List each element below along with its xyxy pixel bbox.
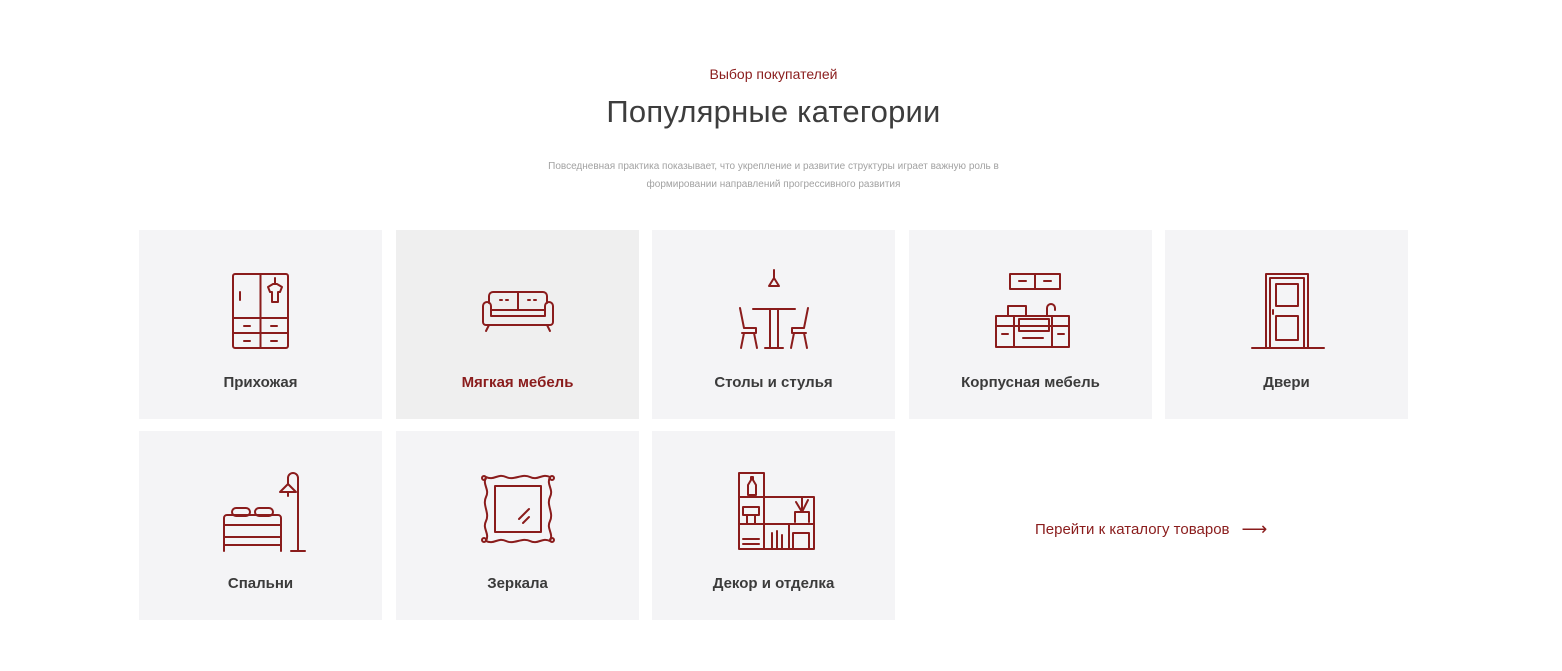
- category-card-decor[interactable]: Декор и отделка: [652, 431, 895, 620]
- category-label: Зеркала: [487, 575, 548, 592]
- category-label: Мягкая мебель: [461, 374, 574, 391]
- category-label: Столы и стулья: [714, 374, 833, 391]
- category-label: Прихожая: [223, 374, 298, 391]
- catalog-link-label: Перейти к каталогу товаров: [1035, 520, 1230, 538]
- category-label: Спальни: [227, 575, 294, 592]
- catalog-link[interactable]: Перейти к каталогу товаров ⟶: [1035, 520, 1267, 538]
- section-title: Популярные категории: [606, 94, 941, 129]
- category-card-mirrors[interactable]: Зеркала: [396, 431, 639, 620]
- section-eyebrow: Выбор покупателей: [709, 66, 838, 82]
- category-label: Корпусная мебель: [961, 374, 1100, 391]
- wardrobe-icon: [216, 270, 306, 360]
- category-card-bedrooms[interactable]: Спальни: [139, 431, 382, 620]
- category-card-tables-chairs[interactable]: Столы и стулья: [652, 230, 895, 419]
- category-label: Декор и отделка: [712, 575, 835, 592]
- category-card-cabinet-furniture[interactable]: Корпусная мебель: [909, 230, 1152, 419]
- category-card-upholstered[interactable]: Мягкая мебель: [396, 230, 639, 419]
- table-chairs-icon: [729, 268, 819, 358]
- section-description: Повседневная практика показывает, что ук…: [548, 161, 999, 190]
- arrow-right-icon: ⟶: [1241, 519, 1268, 539]
- category-card-doors[interactable]: Двери: [1165, 230, 1408, 419]
- category-card-hallway[interactable]: Прихожая: [139, 230, 382, 419]
- category-label: Двери: [1263, 374, 1310, 391]
- door-icon: [1242, 270, 1332, 360]
- kitchen-cabinets-icon: [986, 270, 1076, 360]
- sofa-icon: [473, 270, 563, 360]
- mirror-icon: [473, 471, 563, 561]
- bed-icon: [216, 469, 306, 559]
- shelf-decor-icon: [729, 469, 819, 559]
